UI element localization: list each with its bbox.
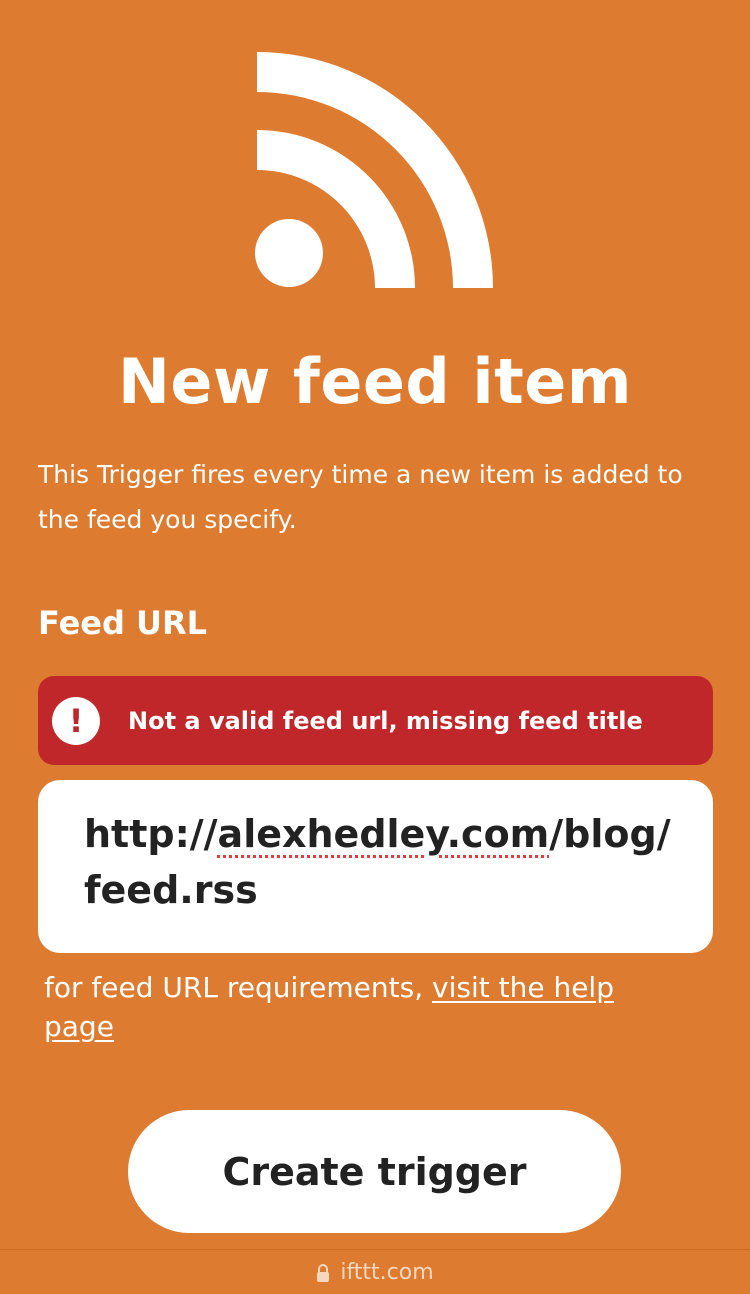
url-domain: alexhedley.com <box>217 812 550 856</box>
create-trigger-button[interactable]: Create trigger <box>128 1110 621 1233</box>
error-message: Not a valid feed url, missing feed title <box>128 706 643 735</box>
help-text: for feed URL requirements, visit the hel… <box>44 968 684 1046</box>
lock-icon <box>317 1263 330 1282</box>
trigger-description: This Trigger fires every time a new item… <box>38 460 683 534</box>
trigger-config-page: New feed item This Trigger fires every t… <box>0 0 750 1294</box>
exclamation-icon: ! <box>52 696 100 745</box>
page-title: New feed item <box>118 345 632 418</box>
feed-url-value[interactable]: http://alexhedley.com/blog/feed.rss <box>84 806 684 918</box>
feed-url-input[interactable]: http://alexhedley.com/blog/feed.rss <box>38 780 713 953</box>
browser-address-bar[interactable]: ifttt.com <box>0 1249 750 1294</box>
browser-domain: ifttt.com <box>340 1260 434 1285</box>
url-prefix: http:// <box>84 812 218 856</box>
feed-url-label: Feed URL <box>38 604 208 642</box>
error-banner: ! Not a valid feed url, missing feed tit… <box>38 676 713 765</box>
rss-feed-icon <box>255 52 493 288</box>
help-text-prefix: for feed URL requirements, <box>44 971 432 1004</box>
